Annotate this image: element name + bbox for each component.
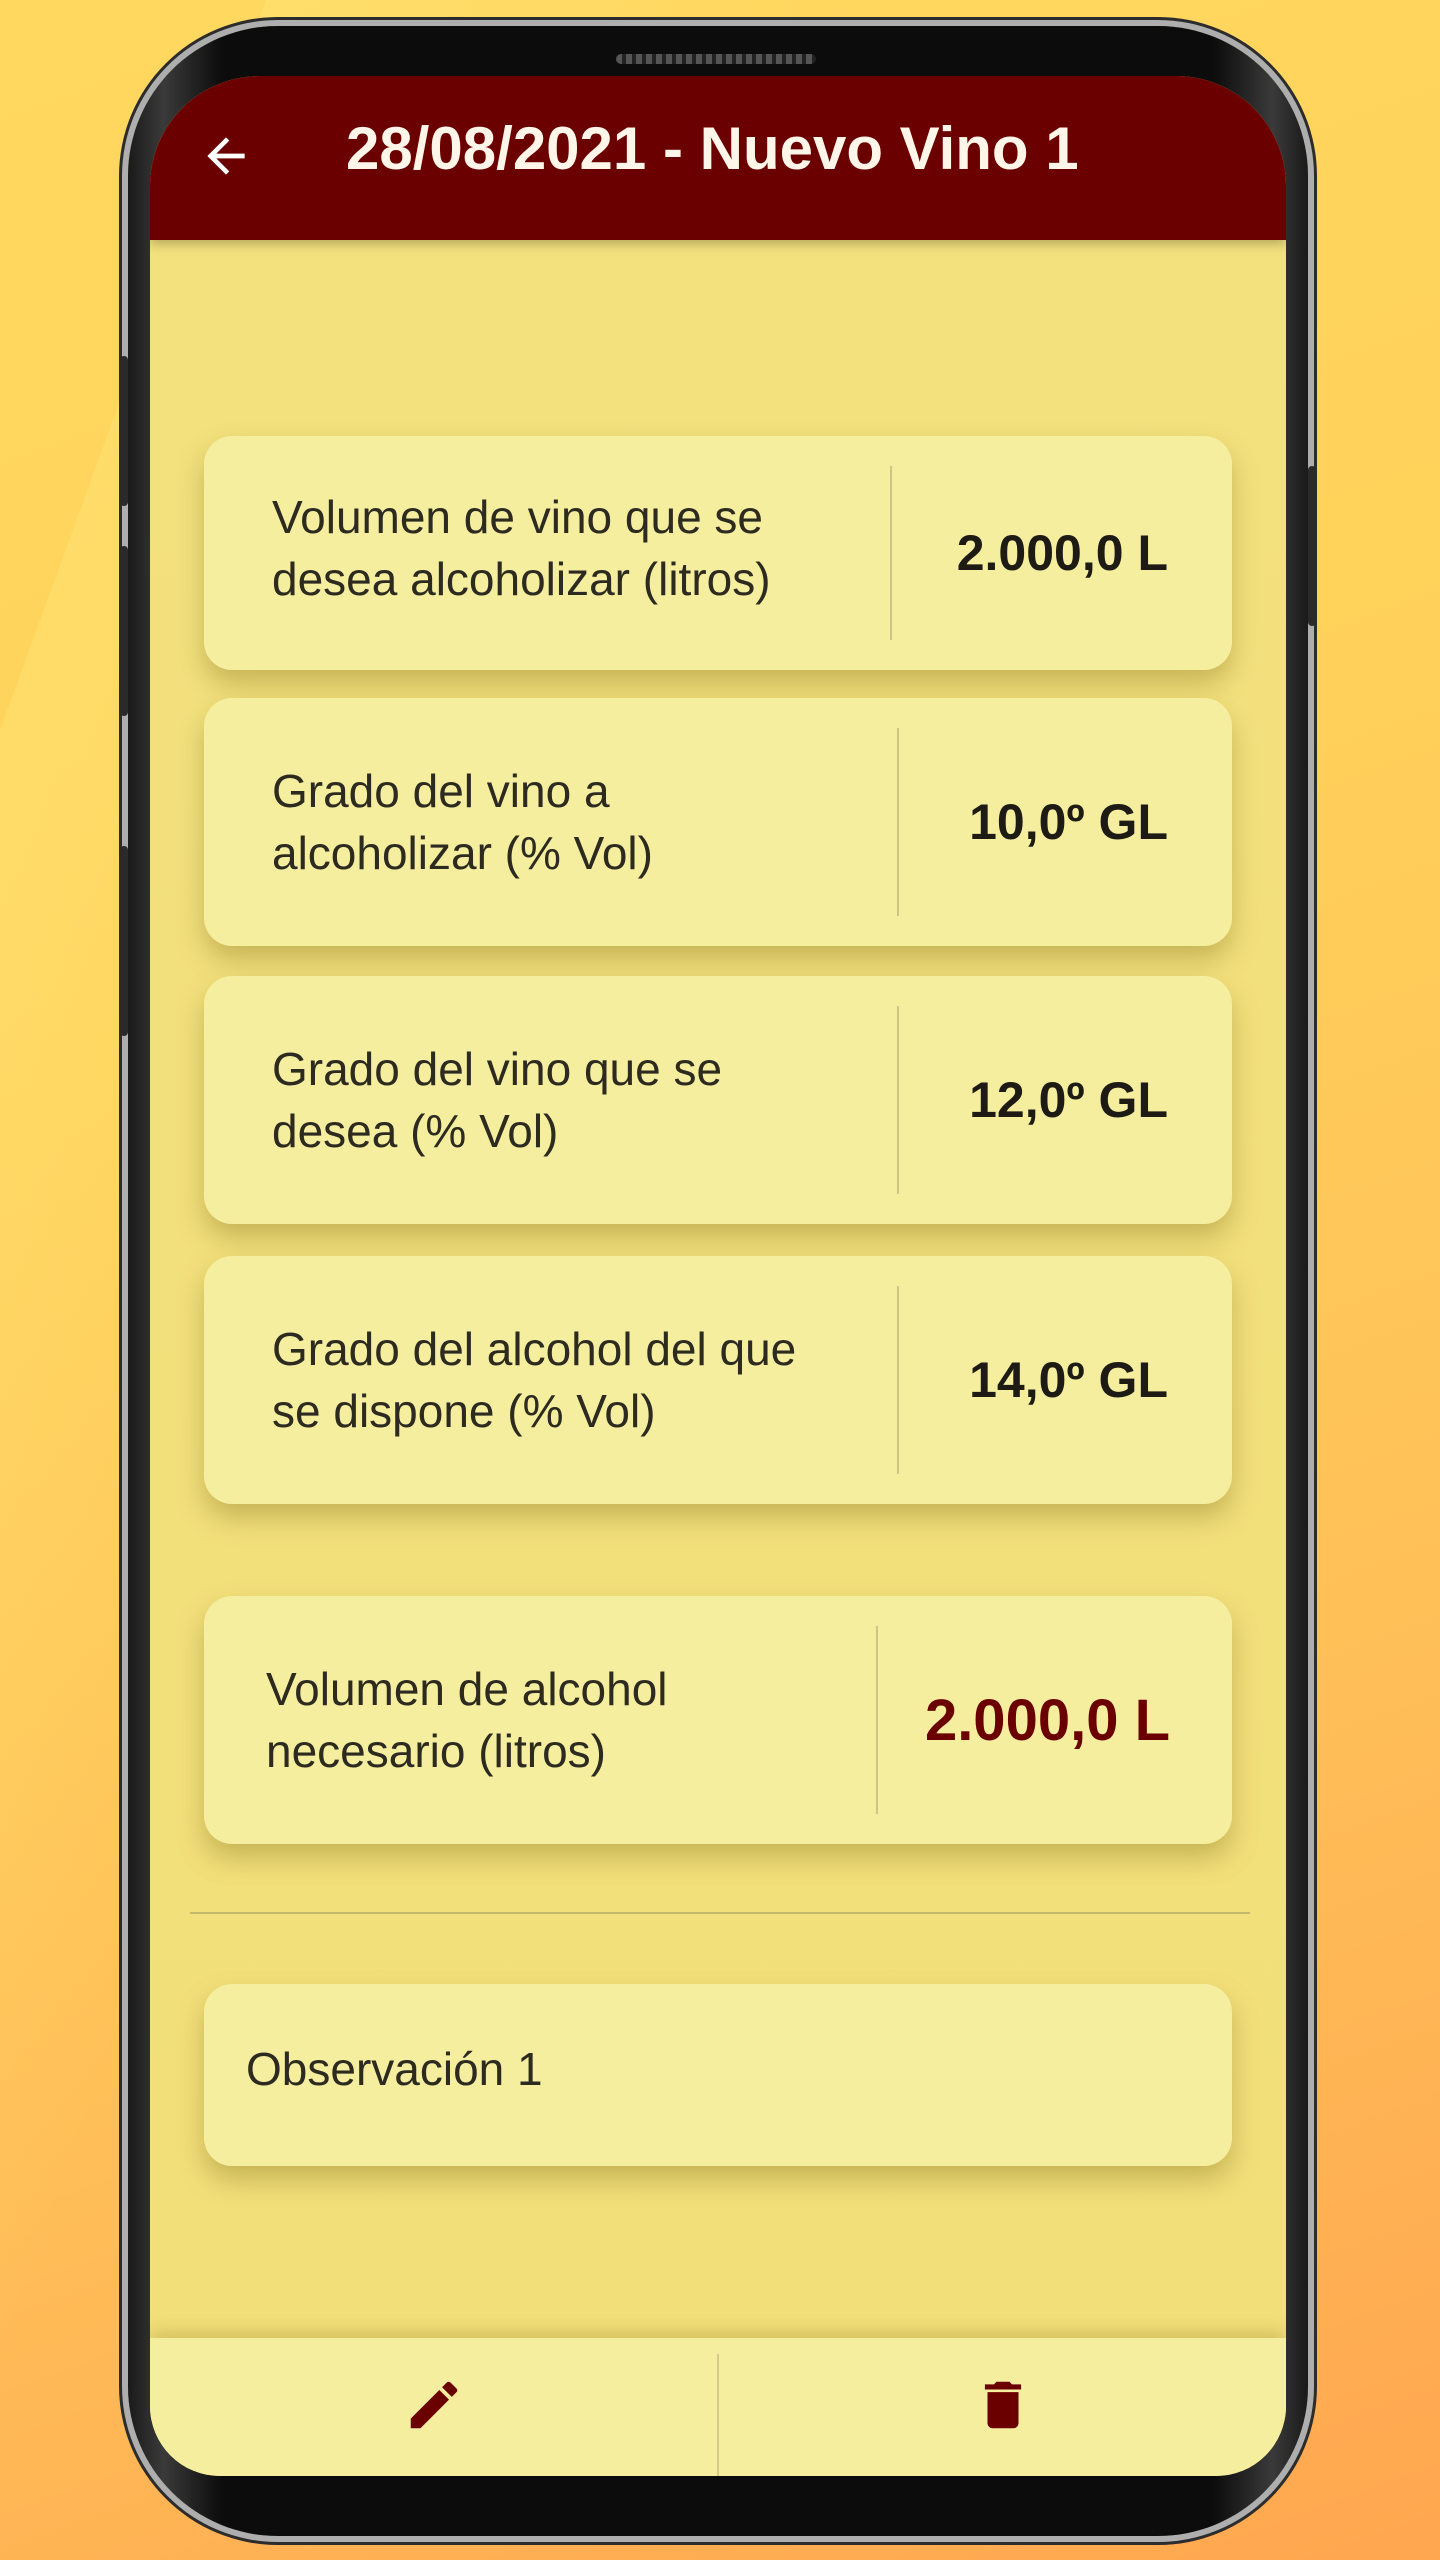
app-screen: 28/08/2021 - Nuevo Vino 1 Volumen de vin… — [150, 76, 1286, 2476]
card-value: 2.000,0 L — [956, 525, 1168, 581]
card-label-line: Volumen de vino que se — [272, 491, 764, 543]
page-title: 28/08/2021 - Nuevo Vino 1 — [346, 115, 1079, 182]
card-label-line: necesario (litros) — [266, 1725, 606, 1777]
card-value: 10,0º GL — [969, 794, 1168, 850]
card-divider — [897, 728, 899, 916]
card-label: Volumen de vino que se desea alcoholizar… — [272, 486, 771, 610]
input-card-alcohol-degree[interactable]: Grado del alcohol del que se dispone (% … — [204, 1256, 1232, 1504]
arrow-left-icon[interactable] — [198, 128, 254, 184]
card-label-line: Volumen de alcohol — [266, 1663, 668, 1715]
card-value: 12,0º GL — [969, 1072, 1168, 1128]
card-label-line: desea alcoholizar (litros) — [272, 553, 771, 605]
input-card-wine-degree[interactable]: Grado del vino a alcoholizar (% Vol) 10,… — [204, 698, 1232, 946]
phone-speaker — [616, 54, 816, 64]
delete-button[interactable] — [719, 2338, 1286, 2476]
observation-text: Observación 1 — [246, 2043, 543, 2095]
observation-card: Observación 1 — [204, 1984, 1232, 2166]
card-divider — [890, 466, 892, 640]
phone-side-button — [1308, 466, 1316, 626]
result-value: 2.000,0 L — [924, 1687, 1170, 1753]
phone-side-button — [120, 846, 128, 1036]
card-value: 14,0º GL — [969, 1352, 1168, 1408]
card-divider — [897, 1286, 899, 1474]
card-label: Grado del vino que se desea (% Vol) — [272, 1038, 722, 1162]
card-divider — [897, 1006, 899, 1194]
card-label-line: alcoholizar (% Vol) — [272, 827, 653, 879]
input-card-desired-degree[interactable]: Grado del vino que se desea (% Vol) 12,0… — [204, 976, 1232, 1224]
phone-side-button — [120, 356, 128, 506]
bottom-action-bar — [150, 2338, 1286, 2476]
card-divider — [876, 1626, 878, 1814]
app-bar: 28/08/2021 - Nuevo Vino 1 — [150, 76, 1286, 240]
card-label-line: se dispone (% Vol) — [272, 1385, 656, 1437]
card-label-line: Grado del alcohol del que — [272, 1323, 797, 1375]
card-label-line: Grado del vino a — [272, 765, 610, 817]
phone-frame: 28/08/2021 - Nuevo Vino 1 Volumen de vin… — [120, 26, 1316, 2536]
card-label: Grado del vino a alcoholizar (% Vol) — [272, 760, 653, 884]
edit-button[interactable] — [150, 2338, 717, 2476]
section-divider — [190, 1912, 1250, 1914]
result-card-alcohol-volume: Volumen de alcohol necesario (litros) 2.… — [204, 1596, 1232, 1844]
card-label: Volumen de alcohol necesario (litros) — [266, 1658, 668, 1782]
trash-icon — [972, 2374, 1034, 2441]
card-label-line: desea (% Vol) — [272, 1105, 559, 1157]
card-label: Grado del alcohol del que se dispone (% … — [272, 1318, 796, 1442]
phone-side-button — [120, 546, 128, 716]
pencil-icon — [403, 2374, 465, 2441]
input-card-wine-volume[interactable]: Volumen de vino que se desea alcoholizar… — [204, 436, 1232, 670]
card-label-line: Grado del vino que se — [272, 1043, 723, 1095]
